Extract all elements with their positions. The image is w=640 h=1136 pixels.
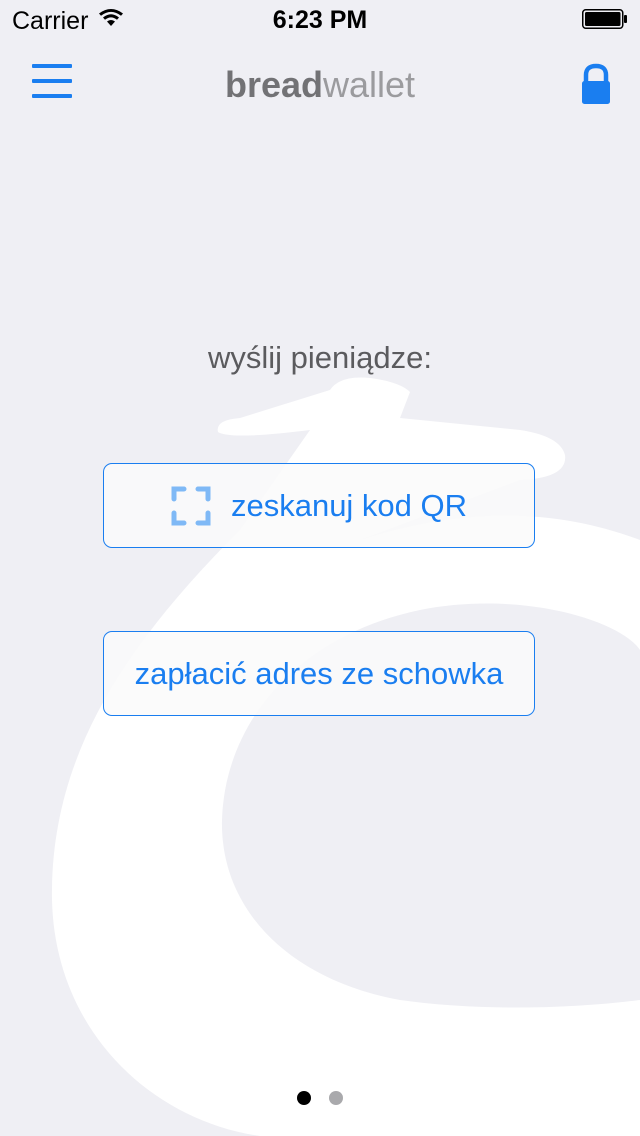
page-control[interactable] [0, 1091, 640, 1105]
status-bar: Carrier 6:23 PM [0, 0, 640, 40]
send-money-prompt: wyślij pieniądze: [208, 340, 432, 375]
lock-icon[interactable] [576, 62, 616, 106]
app-logo-bread: bread [224, 64, 323, 105]
scan-qr-button[interactable]: zeskanuj kod QR [103, 463, 535, 548]
page-dot-2[interactable] [329, 1091, 343, 1105]
app-logo: breadwallet [0, 64, 640, 106]
background-logo-watermark [51, 377, 640, 1136]
paste-address-button[interactable]: zapłacić adres ze schowka [103, 631, 535, 716]
battery-icon [582, 9, 627, 29]
navigation-bar: breadwallet [0, 40, 640, 128]
paste-address-label: zapłacić adres ze schowka [134, 655, 504, 691]
scan-qr-label: zeskanuj kod QR [230, 487, 468, 523]
page-dot-1[interactable] [297, 1091, 311, 1105]
qr-scan-icon [171, 486, 211, 525]
status-time: 6:23 PM [272, 6, 368, 34]
app-logo-wallet: wallet [323, 64, 416, 105]
